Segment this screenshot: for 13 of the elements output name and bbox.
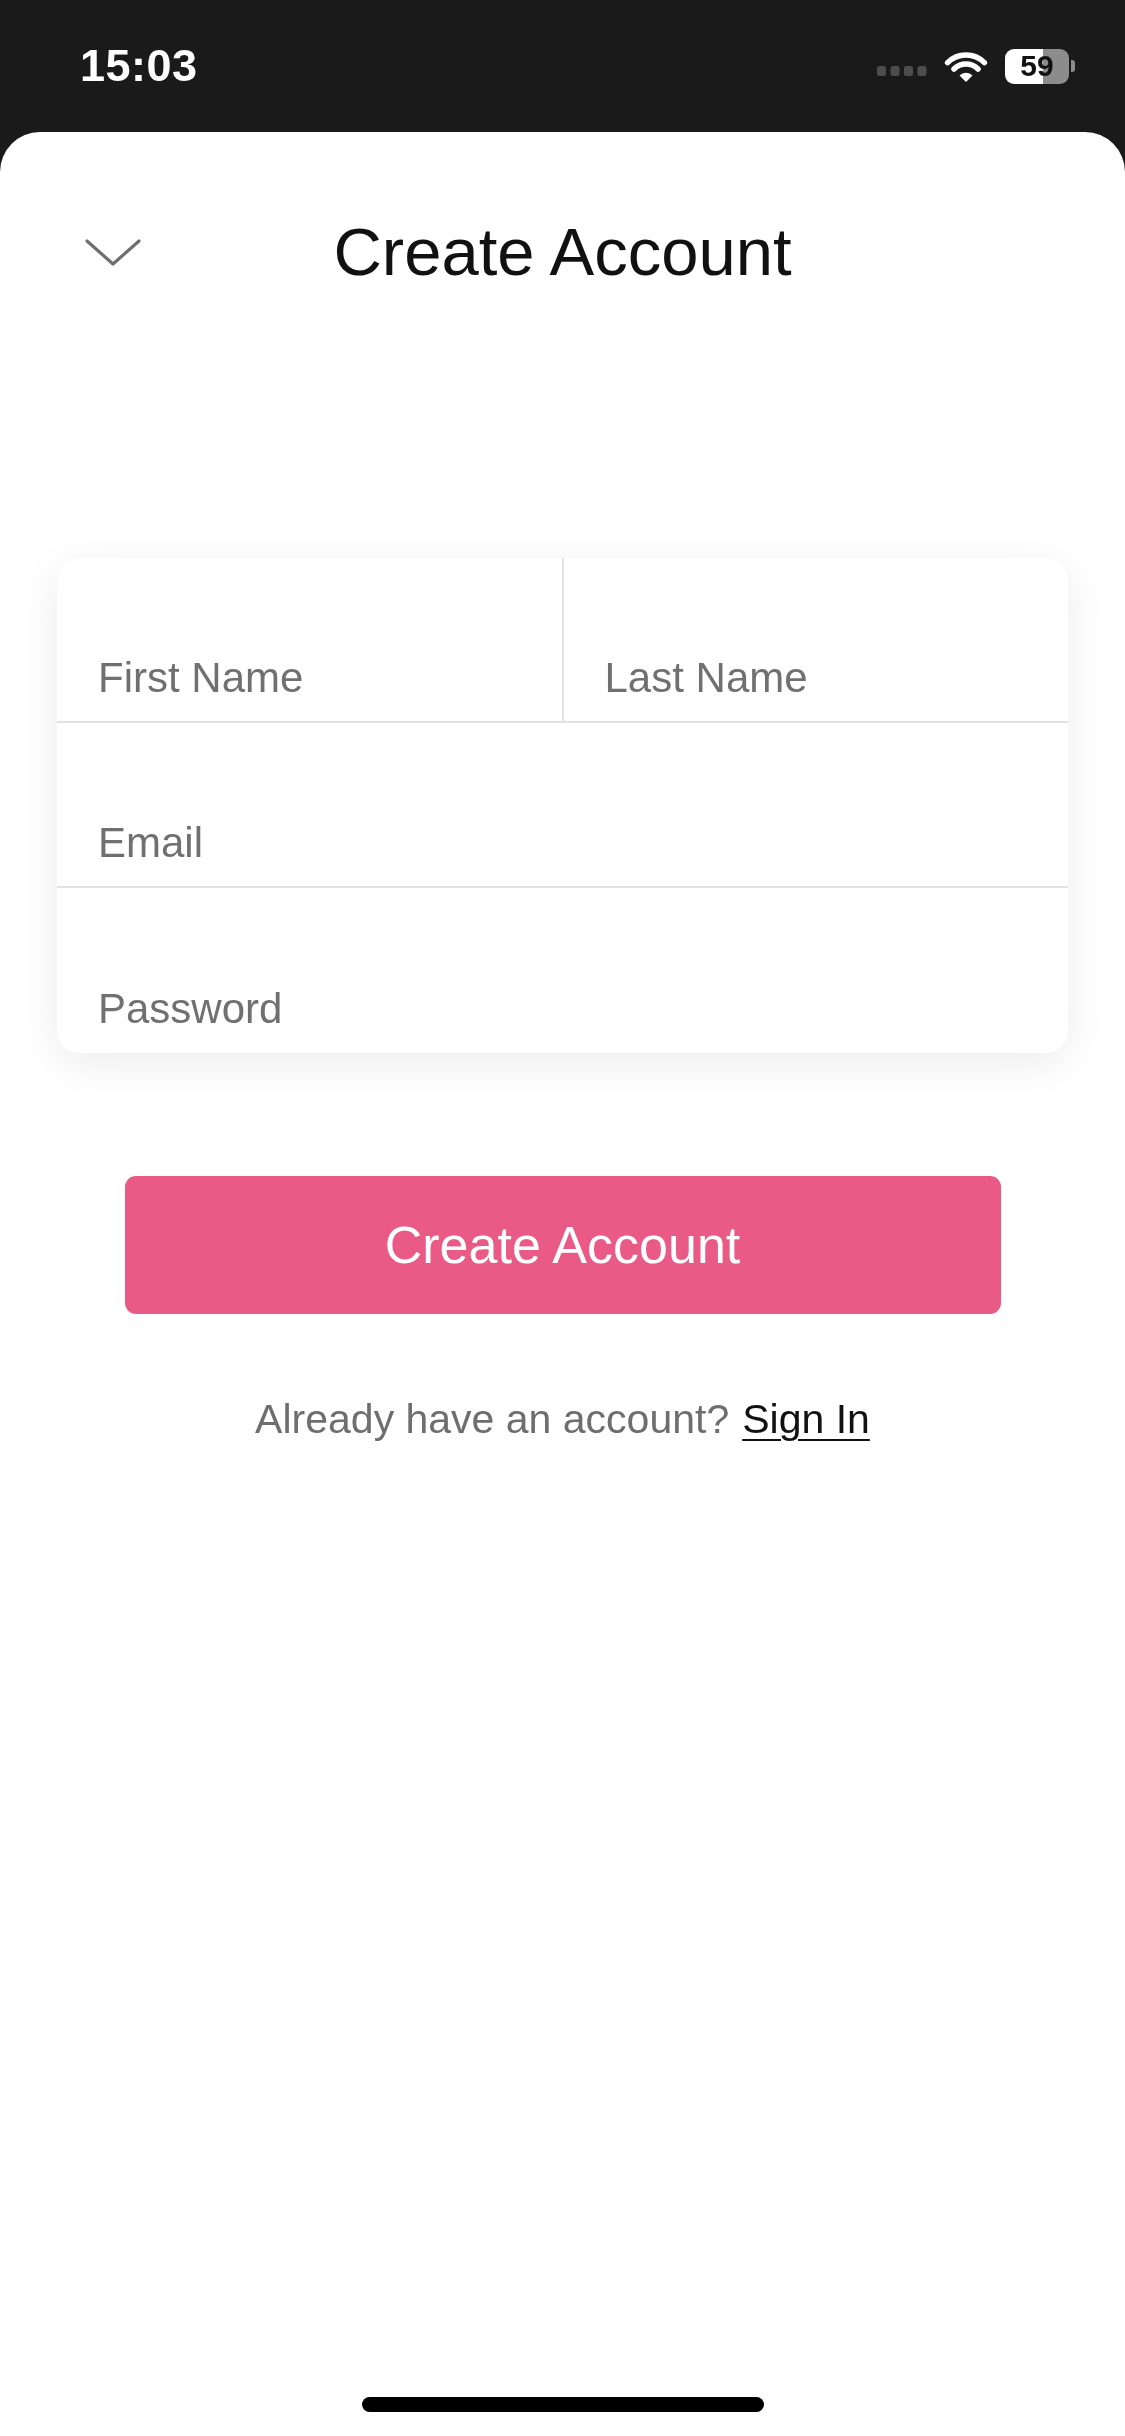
- status-time: 15:03: [80, 40, 198, 92]
- input-field[interactable]: First Name: [57, 558, 564, 721]
- input-field[interactable]: Email: [57, 723, 1068, 886]
- wifi-icon: [943, 49, 989, 83]
- page-title: Create Account: [333, 213, 792, 291]
- signal-icon: [877, 66, 927, 76]
- dismiss-button[interactable]: [85, 238, 141, 266]
- sign-in-link[interactable]: Sign In: [742, 1394, 870, 1444]
- chevron-down-icon: [85, 238, 141, 266]
- input-field[interactable]: Last Name: [563, 558, 1068, 721]
- battery-percentage: 59: [1020, 50, 1054, 82]
- sign-in-prompt: Already have an account?: [255, 1395, 730, 1444]
- input-field[interactable]: Password: [57, 888, 1068, 1053]
